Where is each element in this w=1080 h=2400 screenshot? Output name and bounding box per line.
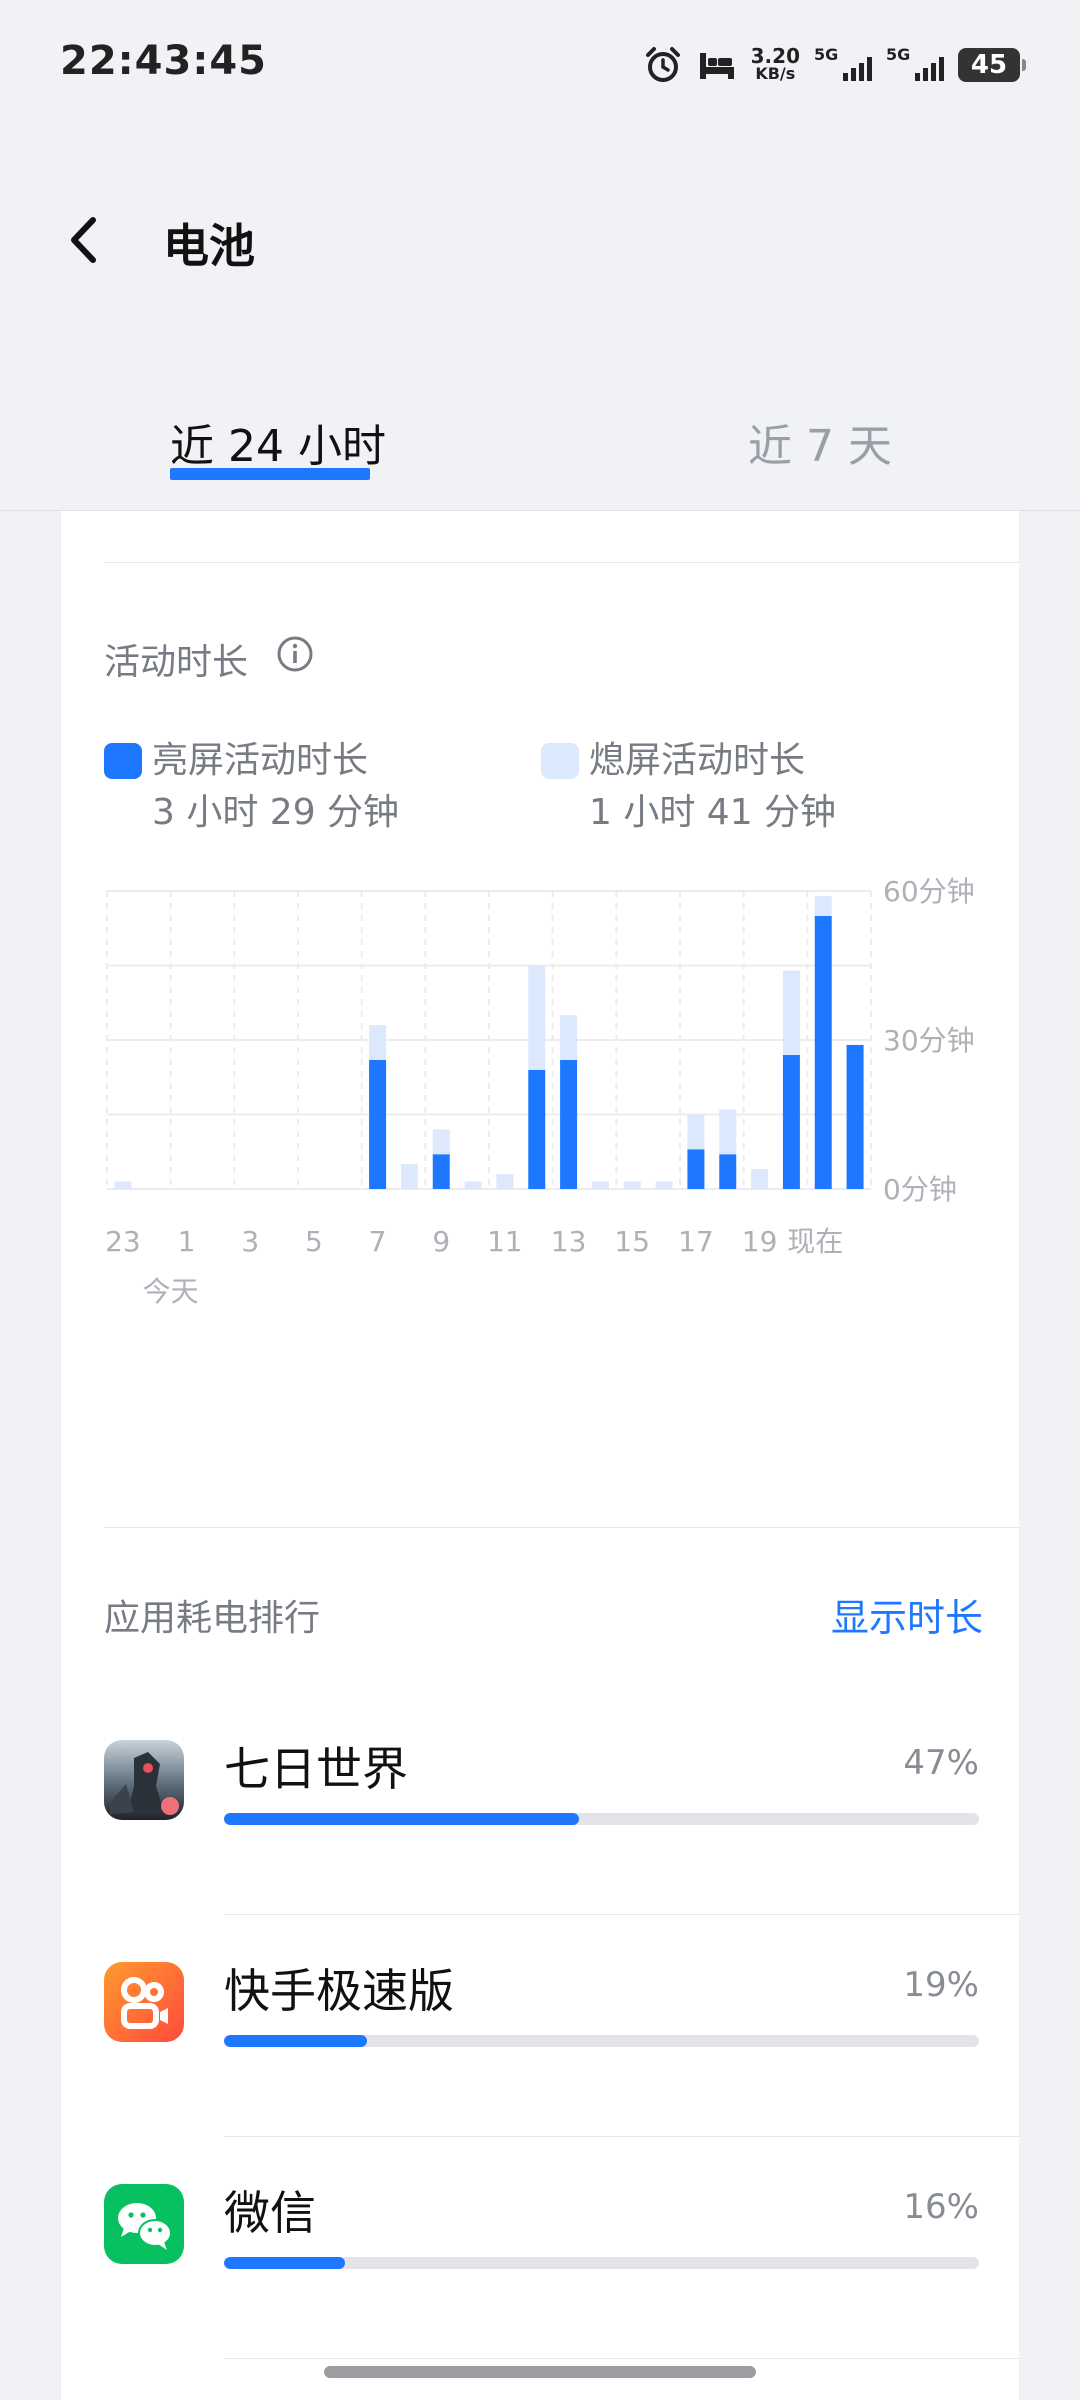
legend-swatch — [541, 743, 579, 779]
y-tick-label: 60分钟 — [883, 875, 975, 908]
game-icon — [104, 1740, 184, 1820]
show-duration-button[interactable]: 显示时长 — [831, 1587, 983, 1642]
home-indicator[interactable] — [324, 2366, 756, 2378]
period-tabs: 近 24 小时 近 7 天 — [0, 390, 1080, 511]
alarm-icon — [645, 47, 680, 82]
signal-icon: 5G — [814, 45, 872, 85]
bar-screen-off — [400, 1164, 418, 1189]
page-title: 电池 — [163, 219, 255, 273]
bar-screen-off — [560, 1015, 578, 1060]
legend-value: 1 小时 41 分钟 — [589, 792, 837, 833]
bar-screen-off — [591, 1181, 609, 1189]
app-name: 七日世界 — [224, 1742, 408, 1796]
bar-screen-off — [369, 1025, 387, 1060]
usage-bar — [224, 2035, 979, 2047]
status-bar: 22:43:45 3.20 KB/s 5G 5G 45 — [0, 0, 1080, 130]
divider — [224, 2358, 1019, 2359]
usage-bar — [224, 2257, 979, 2269]
bar-screen-on — [528, 1069, 546, 1189]
bar-screen-off — [814, 895, 832, 916]
list-item[interactable]: 快手极速版 19% — [61, 1915, 1019, 2137]
network-speed-value: 3.20 — [750, 44, 800, 68]
bar-screen-off — [432, 1129, 450, 1155]
bar-screen-off — [464, 1181, 482, 1189]
bar-screen-off — [782, 970, 800, 1055]
bar-screen-off — [719, 1109, 737, 1155]
x-tick-label: 3 — [241, 1225, 259, 1258]
usage-bar — [224, 1813, 979, 1825]
network-speed-unit: KB/s — [755, 64, 796, 83]
battery-card: 活动时长 亮屏活动时长 3 小时 29 分钟 熄屏活动时长 1 小时 41 分钟… — [61, 511, 1019, 2400]
app-percent: 47% — [903, 1743, 979, 1783]
activity-title: 活动时长 — [104, 642, 249, 683]
x-tick-label: 13 — [551, 1225, 587, 1258]
activity-chart: 60分钟30分钟0分钟23 1 3 5 7 9 11 13 15 17 19 现在今天 — [105, 875, 975, 1308]
tab-7-days[interactable]: 近 7 天 — [748, 410, 892, 474]
back-arrow-icon[interactable] — [60, 210, 110, 270]
x-tick-label: 7 — [369, 1225, 387, 1258]
app-name: 快手极速版 — [224, 1964, 454, 2018]
bar-screen-on — [719, 1154, 737, 1189]
usage-bar-fill — [224, 1813, 579, 1825]
battery-level: 45 — [970, 50, 1008, 80]
bar-screen-on — [369, 1059, 387, 1189]
bar-screen-on — [432, 1154, 450, 1189]
kuaishou-icon — [104, 1962, 184, 2042]
x-sublabel-today: 今天 — [143, 1275, 199, 1308]
bar-screen-off — [687, 1114, 705, 1150]
bar-screen-on — [814, 915, 832, 1189]
app-name: 微信 — [224, 2186, 316, 2240]
tab-24-hours[interactable]: 近 24 小时 — [170, 410, 386, 474]
x-tick-label: 1 — [178, 1225, 196, 1258]
bar-screen-on — [560, 1059, 578, 1189]
active-tab-indicator — [170, 468, 370, 480]
x-tick-label: 15 — [614, 1225, 650, 1258]
usage-bar-fill — [224, 2257, 345, 2269]
x-tick-label: 11 — [487, 1225, 523, 1258]
bed-icon — [699, 53, 734, 79]
bar-screen-off — [623, 1181, 641, 1189]
wechat-icon — [104, 2184, 184, 2264]
list-item[interactable]: 微信 16% — [61, 2137, 1019, 2359]
divider — [104, 1527, 1019, 1528]
bar-screen-on — [687, 1149, 705, 1189]
legend-value: 3 小时 29 分钟 — [152, 792, 400, 833]
divider — [104, 562, 1019, 563]
bar-screen-on — [782, 1054, 800, 1189]
bar-screen-off — [114, 1181, 132, 1189]
status-icons: 3.20 KB/s 5G 5G 45 — [643, 40, 1026, 90]
x-tick-label: 5 — [305, 1225, 323, 1258]
y-tick-label: 0分钟 — [883, 1173, 957, 1206]
bar-screen-off — [496, 1174, 514, 1189]
page-header: 电池 — [0, 190, 1080, 290]
status-time: 22:43:45 — [60, 38, 267, 84]
app-percent: 16% — [903, 2187, 979, 2227]
app-percent: 19% — [903, 1965, 979, 2005]
bar-screen-off — [655, 1181, 673, 1189]
list-item[interactable]: 七日世界 47% — [61, 1693, 1019, 1915]
network-speed: 3.20 KB/s — [750, 44, 800, 83]
legend-swatch — [104, 743, 142, 779]
x-tick-label: 现在 — [787, 1225, 843, 1258]
sim2-label: 5G — [886, 45, 911, 64]
legend-label: 熄屏活动时长 — [589, 740, 806, 781]
bar-screen-off — [751, 1169, 769, 1189]
x-tick-label: 9 — [432, 1225, 450, 1258]
bar-screen-off — [528, 965, 546, 1070]
y-tick-label: 30分钟 — [883, 1024, 975, 1057]
legend-label: 亮屏活动时长 — [152, 740, 369, 781]
signal-icon: 5G — [886, 45, 944, 85]
ranking-title: 应用耗电排行 — [104, 1598, 321, 1639]
bar-screen-on — [846, 1044, 864, 1189]
x-tick-label: 17 — [678, 1225, 714, 1258]
info-icon[interactable] — [276, 635, 314, 673]
battery-icon: 45 — [958, 48, 1026, 82]
usage-bar-fill — [224, 2035, 368, 2047]
x-tick-label: 23 — [105, 1225, 141, 1258]
sim1-label: 5G — [814, 45, 839, 64]
x-tick-label: 19 — [742, 1225, 778, 1258]
